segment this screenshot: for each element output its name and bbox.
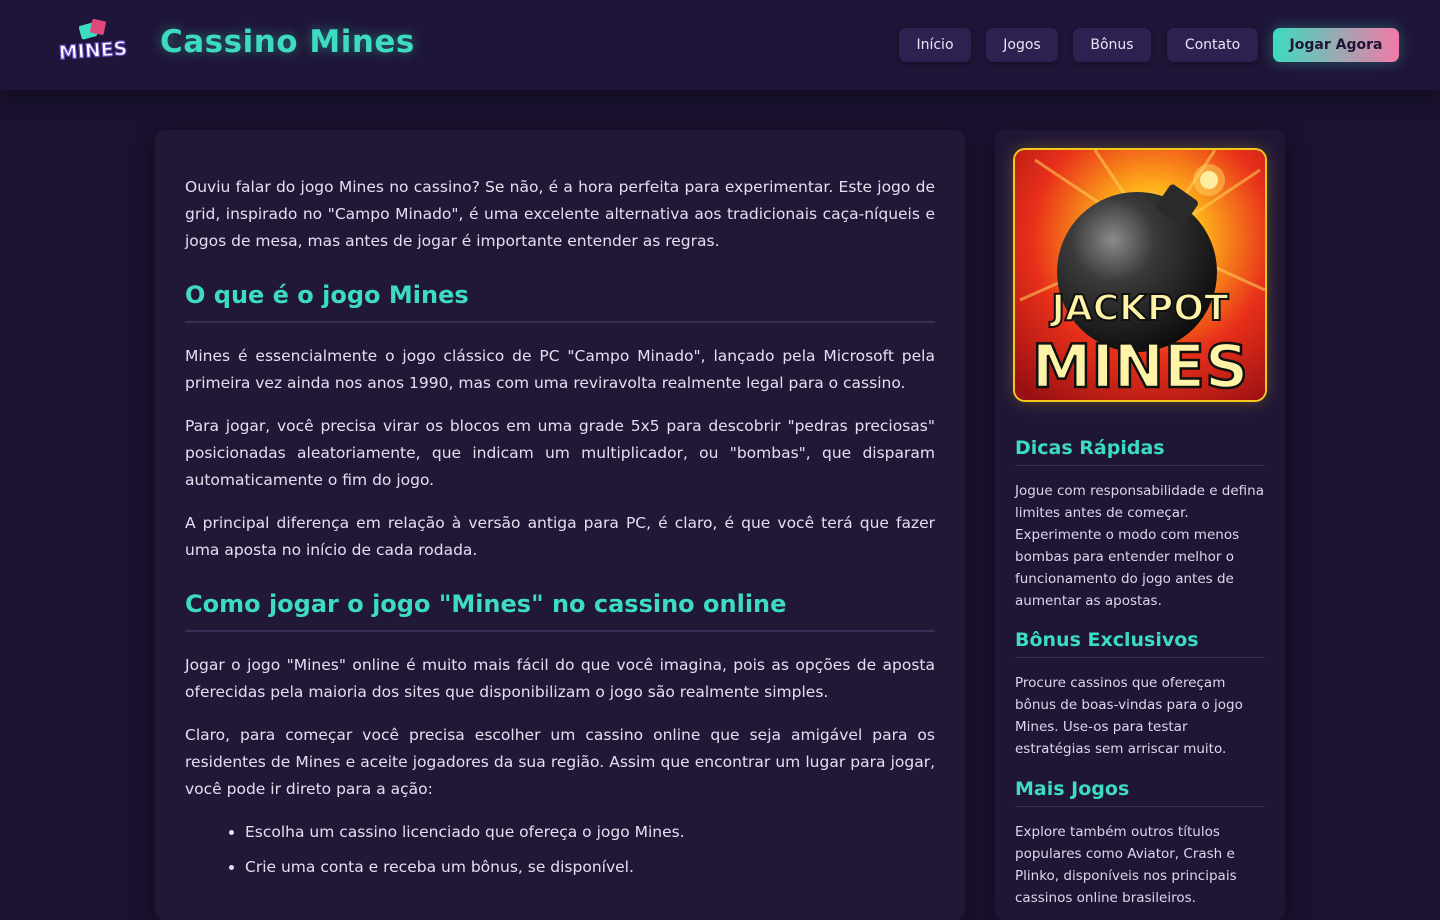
paragraph: Claro, para começar você precisa escolhe… [185,726,935,798]
nav-inicio[interactable]: Início [899,28,971,62]
play-now-button[interactable]: Jogar Agora [1273,28,1399,62]
jackpot-mines-image[interactable]: JACKPOT MINES [1015,150,1265,400]
list-item: Escolha um cassino licenciado que ofereç… [245,819,935,846]
section-title: Mais Jogos [1015,778,1265,807]
intro-paragraph: Ouviu falar do jogo Mines no cassino? Se… [185,178,935,250]
article-content: Ouviu falar do jogo Mines no cassino? Se… [185,174,935,889]
list-item: Crie uma conta e receba um bônus, se dis… [245,854,935,881]
sidebar: JACKPOT MINES Dicas Rápidas Jogue com re… [995,130,1285,920]
main-nav: Início Jogos Bônus Contato Jogar Agora [0,28,1440,62]
more-games-section: Mais Jogos Explore também outros títulos… [1015,778,1265,909]
section-heading-how-to-play: Como jogar o jogo "Mines" no cassino onl… [185,590,935,632]
article-panel: Ouviu falar do jogo Mines no cassino? Se… [155,130,965,920]
nav-contato[interactable]: Contato [1167,28,1258,62]
section-title: Bônus Exclusivos [1015,629,1265,658]
section-text: Jogue com responsabilidade e defina limi… [1015,483,1265,609]
paragraph: Para jogar, você precisa virar os blocos… [185,417,935,489]
paragraph: Mines é essencialmente o jogo clássico d… [185,347,935,392]
section-title: Dicas Rápidas [1015,437,1265,466]
image-title-line2: MINES [1032,332,1248,400]
section-text: Explore também outros títulos populares … [1015,824,1237,906]
site-header: MINES Cassino Mines Início Jogos Bônus C… [0,0,1440,90]
bomb-icon: JACKPOT MINES [1015,150,1265,400]
section-heading-what-is: O que é o jogo Mines [185,281,935,323]
bonus-section: Bônus Exclusivos Procure cassinos que of… [1015,629,1265,760]
nav-jogos[interactable]: Jogos [986,28,1058,62]
paragraph: Jogar o jogo "Mines" online é muito mais… [185,656,935,701]
steps-list: Escolha um cassino licenciado que ofereç… [185,819,935,881]
nav-bonus[interactable]: Bônus [1073,28,1151,62]
paragraph: A principal diferença em relação à versã… [185,514,935,559]
section-text: Procure cassinos que ofereçam bônus de b… [1015,675,1243,757]
image-title-line1: JACKPOT [1048,288,1229,329]
tips-section: Dicas Rápidas Jogue com responsabilidade… [1015,437,1265,612]
